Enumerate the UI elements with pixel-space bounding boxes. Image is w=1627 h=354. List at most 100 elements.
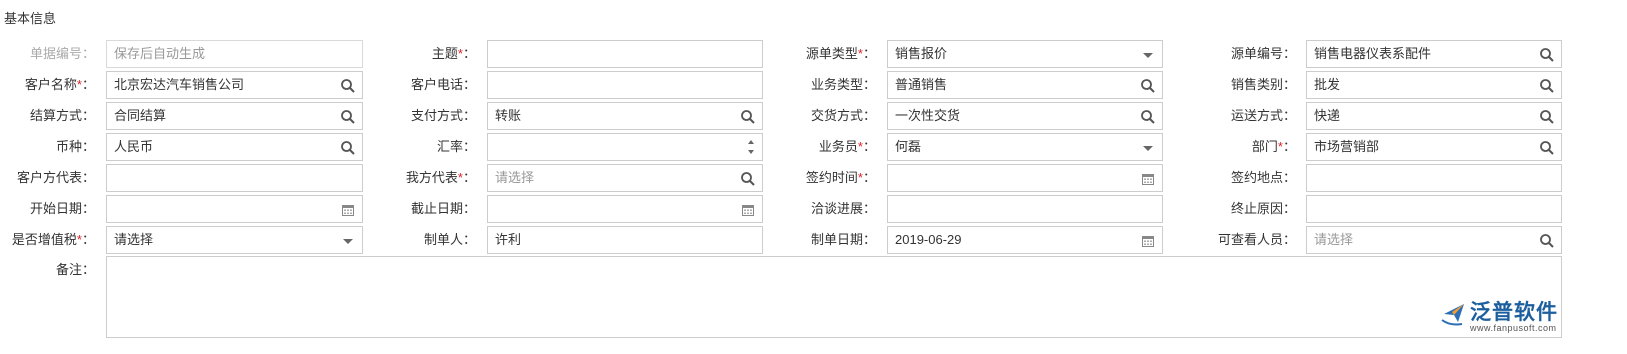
chevron-up-icon[interactable] (746, 137, 756, 147)
field-label-text: 业务类型 (810, 77, 863, 92)
required-asterisk: * (457, 46, 463, 61)
field-label-text: 业务员 (818, 139, 858, 154)
field-label-text: 单据编号 (29, 46, 82, 61)
select-field[interactable]: 何磊 (887, 133, 1163, 161)
input-field[interactable]: 人民币 (106, 133, 363, 161)
form-row: 客户方代表： 我方代表*： 请选择 签约时间*： 签约地点： (0, 164, 1627, 192)
chevron-down-icon[interactable] (746, 147, 756, 157)
input-field[interactable]: 合同结算 (106, 102, 363, 130)
chevron-down-icon[interactable] (1140, 47, 1156, 63)
fanpu-logo-mark-icon (1441, 304, 1464, 326)
field-label-text: 客户电话 (410, 77, 463, 92)
input-field[interactable]: 请选择 (1306, 226, 1562, 254)
date-field[interactable]: 2019-06-29 (887, 226, 1163, 254)
input-field[interactable]: 请选择 (487, 164, 763, 192)
search-icon[interactable] (1539, 233, 1555, 249)
date-field[interactable] (487, 195, 763, 223)
field-value: 许利 (495, 232, 522, 247)
field-value: 市场营销部 (1314, 139, 1380, 154)
input-field[interactable] (487, 71, 763, 99)
fanpu-logo: 泛普软件 www.fanpusoft.com (1440, 296, 1564, 336)
select-field[interactable]: 请选择 (106, 226, 363, 254)
field-label: 交货方式： (810, 108, 876, 123)
field-label: 可查看人员： (1217, 232, 1296, 247)
input-field[interactable]: 许利 (487, 226, 763, 254)
field-label-text: 客户方代表 (16, 170, 82, 185)
field-label: 签约时间*： (805, 170, 876, 185)
field-label-text: 洽谈进展 (810, 201, 863, 216)
field-label: 单据编号： (29, 46, 95, 61)
date-field[interactable] (887, 164, 1163, 192)
search-icon[interactable] (340, 78, 356, 94)
chevron-down-icon[interactable] (340, 233, 356, 249)
required-asterisk: * (857, 46, 863, 61)
field-label: 制单人： (423, 232, 476, 247)
calendar-icon[interactable] (1140, 233, 1156, 249)
field-label-text: 部门 (1251, 139, 1278, 154)
field-label: 签约地点： (1230, 170, 1296, 185)
input-field[interactable]: 快递 (1306, 102, 1562, 130)
fanpu-logo-brand: 泛普软件 (1470, 301, 1558, 324)
input-field[interactable]: 市场营销部 (1306, 133, 1562, 161)
field-label: 主题*： (431, 46, 476, 61)
number-spinner[interactable] (746, 137, 756, 157)
notes-textarea[interactable] (106, 256, 1562, 338)
field-label: 源单编号： (1230, 46, 1296, 61)
field-label-text: 制单日期 (810, 232, 863, 247)
field-label: 终止原因： (1230, 201, 1296, 216)
field-label: 业务类型： (810, 77, 876, 92)
input-field[interactable]: 北京宏达汽车销售公司 (106, 71, 363, 99)
field-label: 制单日期： (810, 232, 876, 247)
field-value: 销售报价 (895, 46, 948, 61)
field-value: 请选择 (114, 232, 154, 247)
input-field[interactable]: 一次性交货 (887, 102, 1163, 130)
search-icon[interactable] (740, 109, 756, 125)
input-field[interactable]: 普通销售 (887, 71, 1163, 99)
search-icon[interactable] (1539, 140, 1555, 156)
date-field[interactable] (106, 195, 363, 223)
input-field[interactable] (1306, 195, 1562, 223)
search-icon[interactable] (1539, 78, 1555, 94)
input-field[interactable] (887, 195, 1163, 223)
input-field[interactable] (1306, 164, 1562, 192)
input-field[interactable] (487, 40, 763, 68)
fanpu-logo-url: www.fanpusoft.com (1470, 323, 1557, 333)
calendar-icon[interactable] (740, 202, 756, 218)
field-label-text: 终止原因 (1230, 201, 1283, 216)
input-field[interactable]: 转账 (487, 102, 763, 130)
field-label-text: 运送方式 (1230, 108, 1283, 123)
field-label-text: 源单类型 (805, 46, 858, 61)
search-icon[interactable] (1140, 78, 1156, 94)
search-icon[interactable] (1539, 109, 1555, 125)
chevron-down-icon[interactable] (1140, 140, 1156, 156)
field-value: 人民币 (114, 139, 154, 154)
field-label-text: 主题 (431, 46, 458, 61)
search-icon[interactable] (340, 140, 356, 156)
field-label: 我方代表*： (405, 170, 476, 185)
calendar-icon[interactable] (1140, 171, 1156, 187)
field-label: 客户电话： (410, 77, 476, 92)
field-value: 何磊 (895, 139, 922, 154)
form-row: 是否增值税*： 请选择 制单人： 许利 制单日期： 2019-06-29 可查看人员： 请选择 (0, 226, 1627, 254)
search-icon[interactable] (1140, 109, 1156, 125)
input-field[interactable]: 批发 (1306, 71, 1562, 99)
search-icon[interactable] (340, 109, 356, 125)
form-row: 开始日期： 截止日期： 洽谈进展： 终止原因： (0, 195, 1627, 223)
field-label: 开始日期： (29, 201, 95, 216)
field-label-text: 制单人 (423, 232, 463, 247)
input-field[interactable] (487, 133, 763, 161)
input-field: 保存后自动生成 (106, 40, 363, 68)
field-label-text: 开始日期 (29, 201, 82, 216)
input-field[interactable]: 销售电器仪表系配件 (1306, 40, 1562, 68)
select-field[interactable]: 销售报价 (887, 40, 1163, 68)
field-label: 销售类别： (1230, 77, 1296, 92)
field-value: 一次性交货 (895, 108, 961, 123)
search-icon[interactable] (1539, 47, 1555, 63)
field-label: 运送方式： (1230, 108, 1296, 123)
input-field[interactable] (106, 164, 363, 192)
required-asterisk: * (857, 170, 863, 185)
field-label-text: 结算方式 (29, 108, 82, 123)
field-label-text: 可查看人员 (1217, 232, 1283, 247)
calendar-icon[interactable] (340, 202, 356, 218)
search-icon[interactable] (740, 171, 756, 187)
